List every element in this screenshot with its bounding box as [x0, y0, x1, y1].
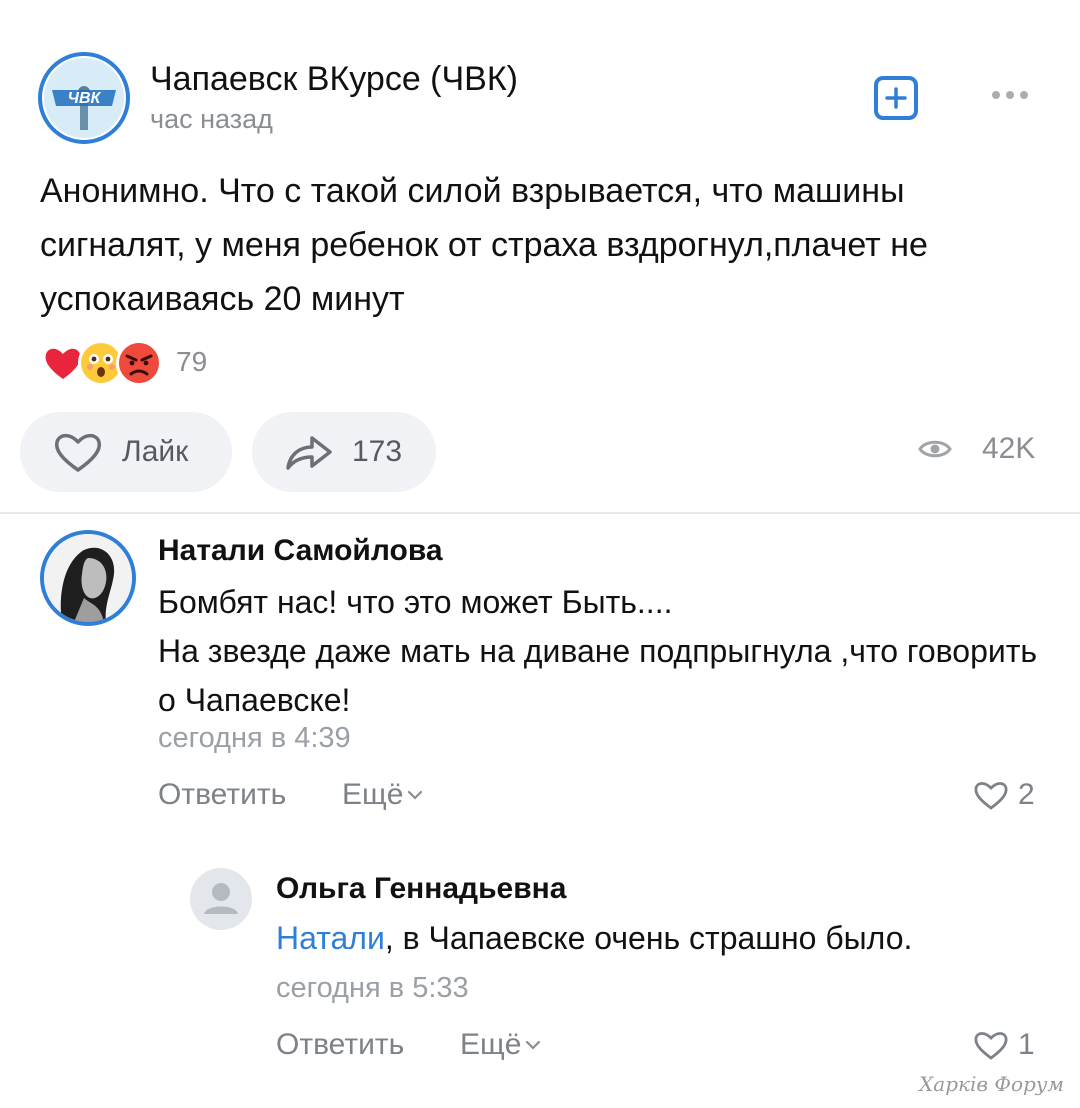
- eye-icon: [918, 440, 952, 458]
- comment-text-line: На звезде даже мать на диване подпрыгнул…: [158, 633, 1038, 718]
- chevron-down-icon: [526, 1040, 541, 1050]
- share-count: 173: [352, 435, 403, 468]
- more-menu-button[interactable]: Ещё: [342, 778, 423, 812]
- comment-like-button[interactable]: 1: [972, 1028, 1035, 1062]
- profile-photo: [44, 534, 132, 622]
- more-label: Ещё: [342, 778, 404, 811]
- comment-text: Натали, в Чапаевске очень страшно было.: [276, 914, 1056, 963]
- group-name[interactable]: Чапаевск ВКурсе (ЧВК): [150, 60, 518, 99]
- svg-text:ЧВК: ЧВК: [68, 90, 102, 107]
- chevron-down-icon: [408, 790, 423, 800]
- share-arrow-icon: [286, 436, 332, 470]
- more-label: Ещё: [460, 1028, 522, 1061]
- heart-outline-icon: [974, 782, 1008, 810]
- plus-icon: [885, 87, 907, 109]
- reaction-count: 79: [176, 346, 208, 377]
- comment-like-count: 2: [1018, 778, 1035, 811]
- heart-outline-icon: [974, 1032, 1008, 1060]
- like-label: Лайк: [122, 435, 189, 468]
- reactions-summary[interactable]: [40, 338, 162, 388]
- comment-text: Бомбят нас! что это может Быть.... На зв…: [158, 578, 1038, 725]
- ellipsis-icon: [992, 91, 1028, 99]
- default-user-icon: [204, 883, 238, 914]
- comment-like-button[interactable]: 2: [972, 778, 1035, 812]
- mention-link[interactable]: Натали: [276, 920, 385, 956]
- more-options-button[interactable]: [988, 80, 1032, 110]
- group-logo-icon: ЧВК: [44, 58, 124, 138]
- reply-button[interactable]: Ответить: [276, 1028, 404, 1062]
- share-button[interactable]: 173: [252, 412, 436, 492]
- angry-emoji-icon: [116, 340, 162, 386]
- views-count: 42K: [982, 432, 1036, 465]
- comment-author[interactable]: Натали Самойлова: [158, 534, 443, 568]
- comment-time: сегодня в 5:33: [276, 972, 469, 1004]
- group-avatar[interactable]: ЧВК: [38, 52, 130, 144]
- heart-outline-icon: [54, 433, 102, 472]
- reply-button[interactable]: Ответить: [158, 778, 286, 812]
- more-menu-button[interactable]: Ещё: [460, 1028, 541, 1062]
- comment-like-count: 1: [1018, 1028, 1035, 1061]
- comment-time: сегодня в 4:39: [158, 722, 351, 754]
- commenter-avatar[interactable]: [40, 530, 136, 626]
- divider: [0, 512, 1080, 514]
- comment-text-line: Бомбят нас! что это может Быть....: [158, 584, 673, 620]
- comment-author[interactable]: Ольга Геннадьевна: [276, 872, 566, 906]
- watermark: Харків Форум: [919, 1072, 1064, 1096]
- post-time: час назад: [150, 104, 273, 134]
- like-button[interactable]: Лайк: [20, 412, 232, 492]
- commenter-avatar[interactable]: [190, 868, 252, 930]
- subscribe-button[interactable]: [874, 76, 918, 120]
- views-counter: 42K: [918, 432, 1035, 466]
- comment-text-body: , в Чапаевске очень страшно было.: [384, 920, 913, 956]
- post-text: Анонимно. Что с такой силой взрывается, …: [40, 172, 928, 318]
